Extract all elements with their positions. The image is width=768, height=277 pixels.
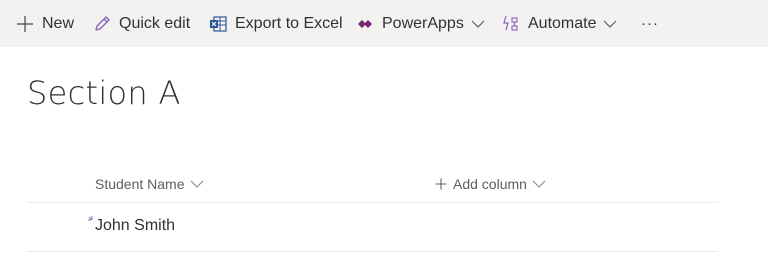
automate-icon <box>502 15 520 33</box>
chevron-down-icon <box>603 19 617 29</box>
quick-edit-button[interactable]: Quick edit <box>93 0 190 47</box>
plus-icon <box>435 178 447 190</box>
page-title: Section A <box>27 74 181 112</box>
more-icon: ··· <box>641 15 659 32</box>
pencil-icon <box>93 15 111 33</box>
chevron-down-icon <box>532 179 546 189</box>
column-header-student-name[interactable]: Student Name <box>95 175 204 193</box>
student-name-cell[interactable]: John Smith <box>95 217 175 234</box>
export-to-excel-button-label: Export to Excel <box>235 14 343 32</box>
powerapps-icon <box>356 15 374 33</box>
powerapps-menu-label: PowerApps <box>382 14 464 32</box>
new-button[interactable]: New <box>16 0 74 47</box>
column-header-label: Student Name <box>95 176 185 192</box>
header-divider <box>27 202 718 203</box>
automate-menu-label: Automate <box>528 14 597 32</box>
export-to-excel-button[interactable]: Export to Excel <box>209 0 343 47</box>
quick-edit-button-label: Quick edit <box>119 14 191 32</box>
chevron-down-icon <box>471 19 485 29</box>
chevron-down-icon <box>190 179 204 189</box>
row-divider <box>27 251 718 252</box>
automate-menu[interactable]: Automate <box>502 0 617 47</box>
powerapps-menu[interactable]: PowerApps <box>356 0 485 47</box>
more-button[interactable]: ··· <box>641 0 659 47</box>
add-column-button[interactable]: Add column <box>435 175 546 193</box>
table-row[interactable]: John Smith <box>95 217 175 235</box>
command-bar: New Quick edit Export to Excel PowerApps <box>0 0 768 47</box>
excel-icon <box>209 15 227 33</box>
plus-icon <box>16 15 34 33</box>
add-column-label: Add column <box>453 176 527 192</box>
new-button-label: New <box>42 14 75 32</box>
